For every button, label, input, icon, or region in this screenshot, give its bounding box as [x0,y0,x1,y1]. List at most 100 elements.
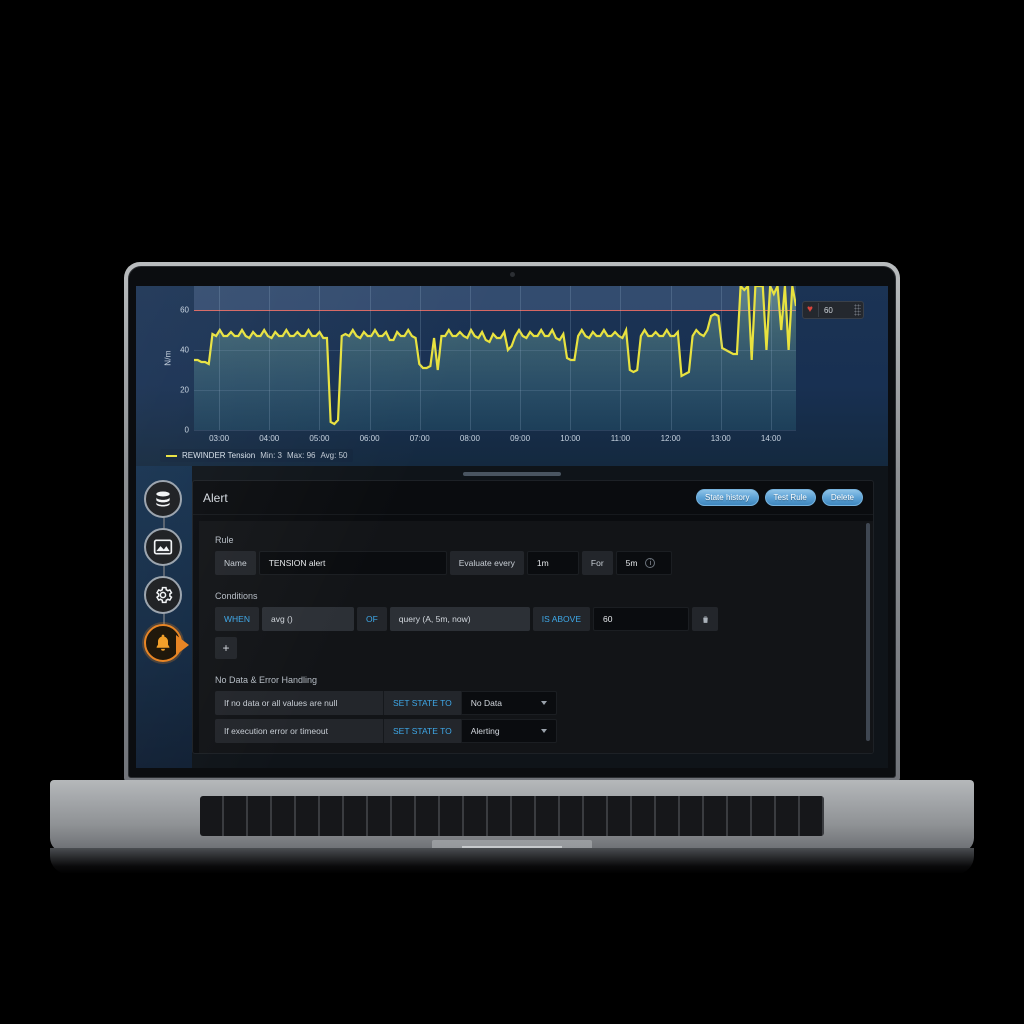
evaluate-every-input[interactable]: 1m [526,551,579,575]
gridline-vertical [369,286,371,430]
x-axis-tick: 08:00 [459,434,480,443]
x-axis-tick: 10:00 [560,434,581,443]
test-rule-button[interactable]: Test Rule [764,489,816,506]
gear-icon [156,586,173,604]
evaluate-every-label: Evaluate every [449,551,524,575]
exec-error-set-state-label: SET STATE TO [383,719,461,743]
database-icon [156,491,170,507]
no-data-set-state-label: SET STATE TO [383,691,461,715]
graph-panel-icon [153,539,173,555]
bell-icon [156,634,170,651]
for-label: For [581,551,613,575]
for-input[interactable]: 5m i [615,551,672,575]
y-axis-title: N/m [163,350,173,366]
webcam-icon [510,272,515,277]
conditions-section-label: Conditions [215,591,258,601]
threshold-handle[interactable]: ♥ 60 [802,301,864,319]
gridline-horizontal [194,430,796,431]
no-data-condition-label: If no data or all values are null [215,691,383,715]
page-title: Alert [203,490,228,505]
chevron-down-icon [540,729,547,733]
sidebar-item-datasources[interactable] [144,480,182,518]
x-axis-tick: 09:00 [510,434,531,443]
plot-canvas: 0 20 40 60 03:00 04:00 05:00 06:00 07:00 08:00 09:… [180,286,796,443]
y-axis-tick: 20 [180,385,189,395]
no-data-state-select[interactable]: No Data [460,691,557,715]
y-axis-tick: 40 [180,345,189,355]
legend-avg: Avg: 50 [320,451,348,460]
laptop-screen: N/m 0 20 40 60 03:00 04:00 05:00 06:00 0… [136,286,888,768]
gridline-vertical [219,286,221,430]
no-data-section-label: No Data & Error Handling [215,675,318,685]
when-keyword[interactable]: WHEN [215,607,259,631]
exec-error-state-select[interactable]: Alerting [460,719,557,743]
sidebar-item-configuration[interactable] [144,576,182,614]
of-keyword[interactable]: OF [356,607,387,631]
rule-name-input[interactable]: TENSION alert [258,551,447,575]
no-data-state-value: No Data [470,698,502,708]
gridline-vertical [419,286,421,430]
keyboard [200,796,824,836]
no-data-row: If no data or all values are null SET ST… [215,691,857,715]
graph-panel: N/m 0 20 40 60 03:00 04:00 05:00 06:00 0… [136,286,888,476]
state-history-button[interactable]: State history [696,489,759,506]
add-condition-button[interactable]: + [215,637,237,659]
x-axis-tick: 12:00 [660,434,681,443]
heart-icon: ♥ [807,304,813,315]
sidebar-nav [136,466,192,768]
for-value: 5m [625,558,638,568]
gridline-vertical [620,286,622,430]
gridline-vertical [520,286,522,430]
x-axis-tick: 14:00 [760,434,781,443]
delete-button[interactable]: Delete [821,489,863,506]
delete-condition-button[interactable] [692,607,719,631]
legend-color-swatch [166,454,177,457]
chevron-down-icon [540,701,547,705]
gridline-vertical [269,286,271,430]
sidebar-item-dashboards[interactable] [144,528,182,566]
gridline-vertical [720,286,722,430]
header-actions: State history Test Rule Delete [696,489,863,506]
info-icon[interactable]: i [645,558,656,568]
threshold-value[interactable]: 60 [824,306,852,315]
x-axis-tick: 13:00 [710,434,731,443]
gridline-vertical [770,286,772,430]
vertical-scrollbar[interactable] [866,523,870,741]
add-condition-row: + [215,637,857,659]
gridline-vertical [319,286,321,430]
alert-editor-panel: Alert State history Test Rule Delete Rul… [192,480,874,754]
query-select[interactable]: query (A, 5m, now) [389,607,530,631]
panel-resize-handle[interactable] [463,472,561,476]
rule-row: Name TENSION alert Evaluate every 1m For… [215,551,857,575]
divider [817,303,819,317]
grafana-app: N/m 0 20 40 60 03:00 04:00 05:00 06:00 0… [136,286,888,768]
x-axis-tick: 07:00 [409,434,430,443]
screenshot-stage: N/m 0 20 40 60 03:00 04:00 05:00 06:00 0… [0,0,1024,1024]
drag-grip-icon[interactable] [853,304,861,316]
threshold-value-input[interactable]: 60 [593,607,690,631]
exec-error-state-value: Alerting [470,726,500,736]
exec-error-condition-label: If execution error or timeout [215,719,383,743]
gridline-vertical [469,286,471,430]
x-axis-tick: 05:00 [309,434,330,443]
graph-plot-area: N/m 0 20 40 60 03:00 04:00 05:00 06:00 0… [158,286,796,443]
reducer-select[interactable]: avg () [261,607,354,631]
gridline-vertical [670,286,672,430]
evaluator-select[interactable]: IS ABOVE [532,607,591,631]
trash-icon [702,616,708,623]
alert-panel-header: Alert State history Test Rule Delete [193,481,873,515]
tension-series [194,286,796,430]
base-front-edge [50,848,974,874]
name-label: Name [215,551,256,575]
sidebar-item-alerting[interactable] [144,624,189,662]
y-axis-tick: 60 [180,305,189,315]
gridline-horizontal [194,310,796,311]
x-axis-tick: 03:00 [209,434,230,443]
condition-row: WHEN avg () OF query (A, 5m, now) IS ABO… [215,607,857,631]
alert-form: Rule Name TENSION alert Evaluate every 1… [199,521,873,753]
legend-series-name: REWINDER Tension [182,451,256,460]
gridline-vertical [570,286,572,430]
legend-min: Min: 3 [260,451,283,460]
x-axis-tick: 04:00 [259,434,280,443]
graph-legend[interactable]: REWINDER Tension Min: 3 Max: 96 Avg: 50 [160,449,354,462]
